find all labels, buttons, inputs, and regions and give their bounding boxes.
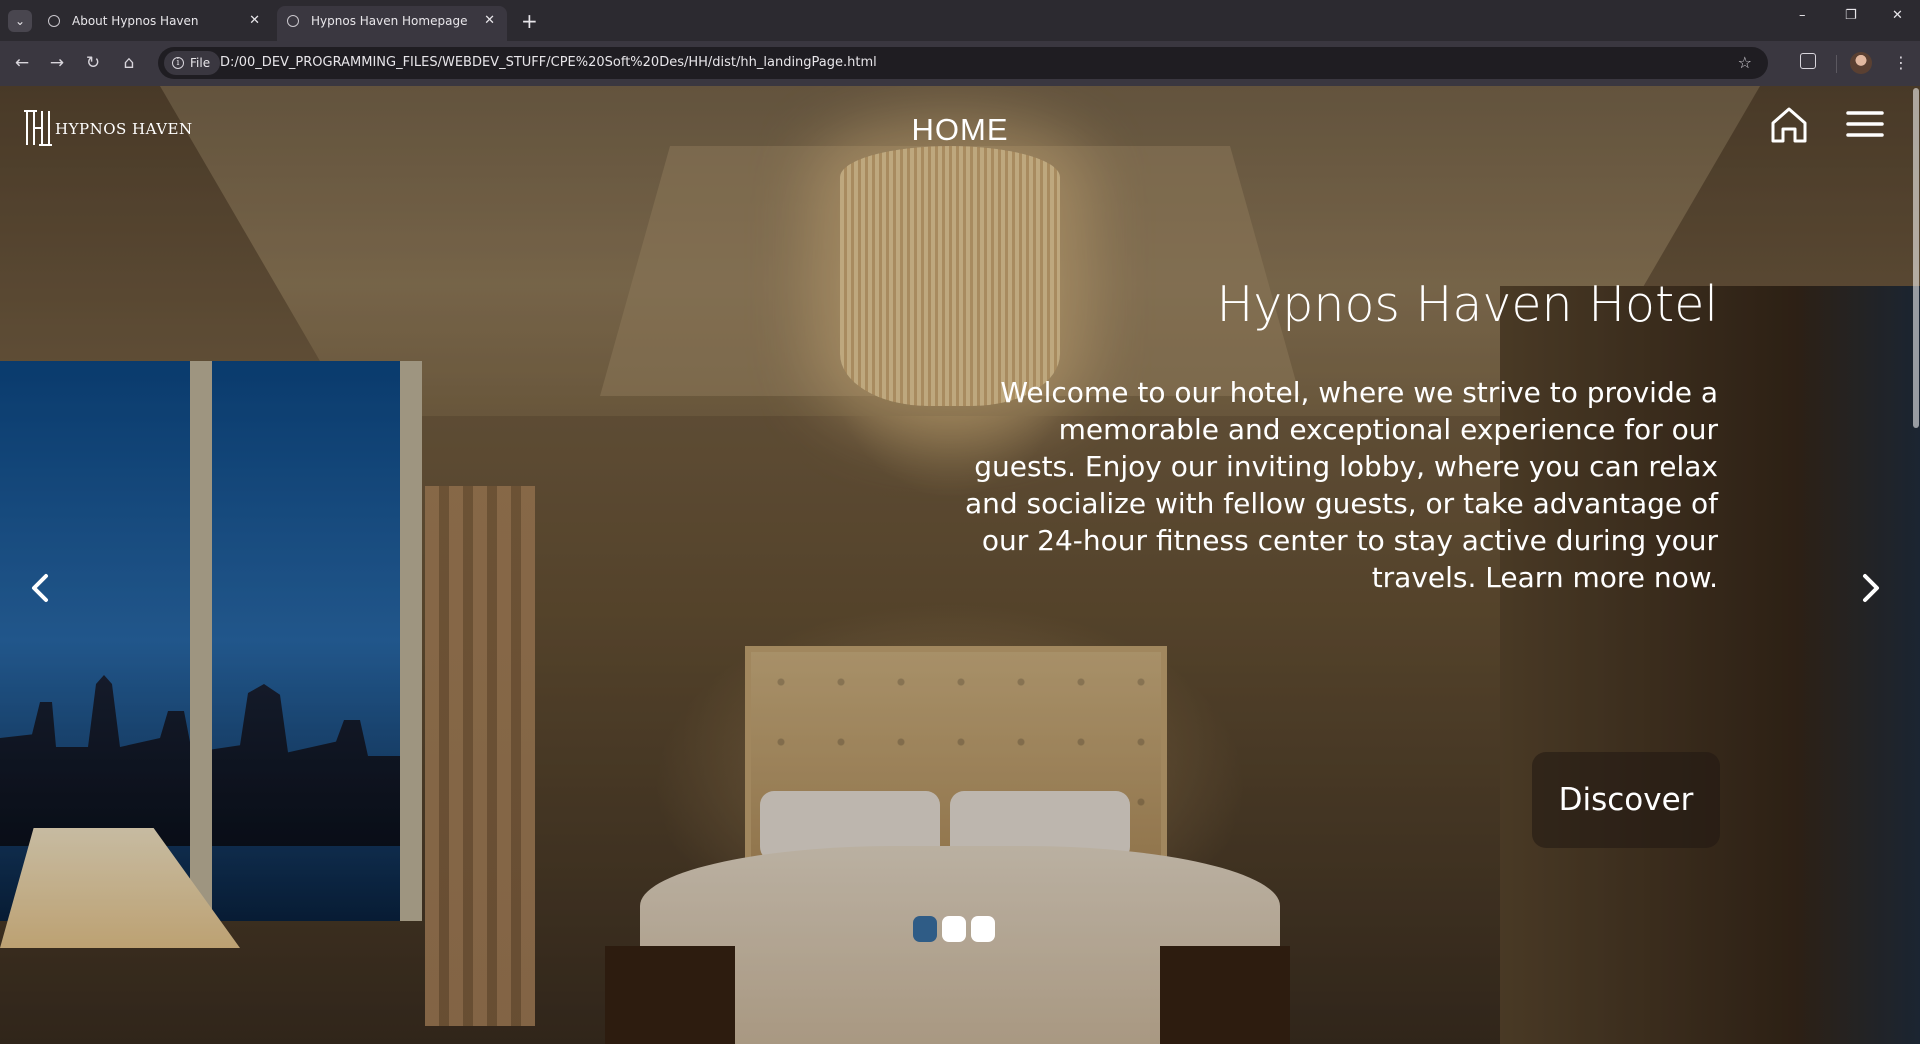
page-scrollbar[interactable]	[1912, 86, 1920, 1044]
minimize-button[interactable]: –	[1799, 8, 1806, 23]
browser-toolbar: ← → ↻ ⌂ i File D:/00_DEV_PROGRAMMING_FIL…	[0, 41, 1920, 86]
restore-button[interactable]: ❐	[1845, 8, 1857, 23]
site-info-chip[interactable]: i File	[164, 51, 221, 75]
carousel-dot[interactable]	[942, 916, 966, 942]
hero-section: HYPNOS HAVEN HOME Hypnos Haven Hotel Wel…	[0, 86, 1920, 1044]
discover-button[interactable]: Discover	[1532, 752, 1720, 848]
tab-about[interactable]: About Hypnos Haven ✕	[38, 6, 272, 41]
scrollbar-thumb[interactable]	[1913, 88, 1919, 428]
hero-title: Hypnos Haven Hotel	[1216, 276, 1718, 333]
tab-homepage[interactable]: Hypnos Haven Homepage ✕	[277, 6, 507, 41]
forward-arrow-icon[interactable]: →	[44, 50, 70, 76]
back-arrow-icon[interactable]: ←	[9, 50, 35, 76]
info-icon: i	[172, 57, 184, 69]
new-tab-button[interactable]: +	[521, 6, 538, 36]
reload-icon[interactable]: ↻	[80, 50, 106, 76]
tab-title: About Hypnos Haven	[72, 14, 199, 28]
tab-close-icon[interactable]: ✕	[249, 6, 260, 36]
url-text[interactable]: D:/00_DEV_PROGRAMMING_FILES/WEBDEV_STUFF…	[220, 47, 877, 79]
bookmark-star-icon[interactable]: ☆	[1738, 47, 1752, 79]
hamburger-menu-icon[interactable]	[1845, 108, 1885, 140]
extensions-icon[interactable]	[1800, 53, 1816, 69]
window-close-button[interactable]: ✕	[1892, 8, 1903, 23]
home-icon[interactable]	[1769, 105, 1809, 145]
profile-avatar[interactable]	[1850, 52, 1872, 74]
hero-description: Welcome to our hotel, where we strive to…	[964, 376, 1718, 594]
chevron-left-icon[interactable]	[26, 568, 56, 608]
browser-menu-icon[interactable]: ⋮	[1893, 49, 1909, 77]
carousel-dot[interactable]	[913, 916, 937, 942]
globe-icon	[287, 15, 299, 27]
address-bar[interactable]: i File D:/00_DEV_PROGRAMMING_FILES/WEBDE…	[158, 47, 1768, 79]
home-button-icon[interactable]: ⌂	[116, 50, 142, 76]
page-title: HOME	[911, 112, 1009, 147]
tab-close-icon[interactable]: ✕	[484, 6, 495, 36]
file-label: File	[190, 56, 211, 70]
chevron-right-icon[interactable]	[1855, 568, 1885, 608]
carousel-dot[interactable]	[971, 916, 995, 942]
tab-title: Hypnos Haven Homepage	[311, 14, 468, 28]
globe-icon	[48, 15, 60, 27]
browser-tab-strip: ⌄ About Hypnos Haven ✕ Hypnos Haven Home…	[0, 0, 1920, 41]
tab-search-button[interactable]: ⌄	[8, 10, 32, 32]
toolbar-divider	[1836, 55, 1837, 73]
